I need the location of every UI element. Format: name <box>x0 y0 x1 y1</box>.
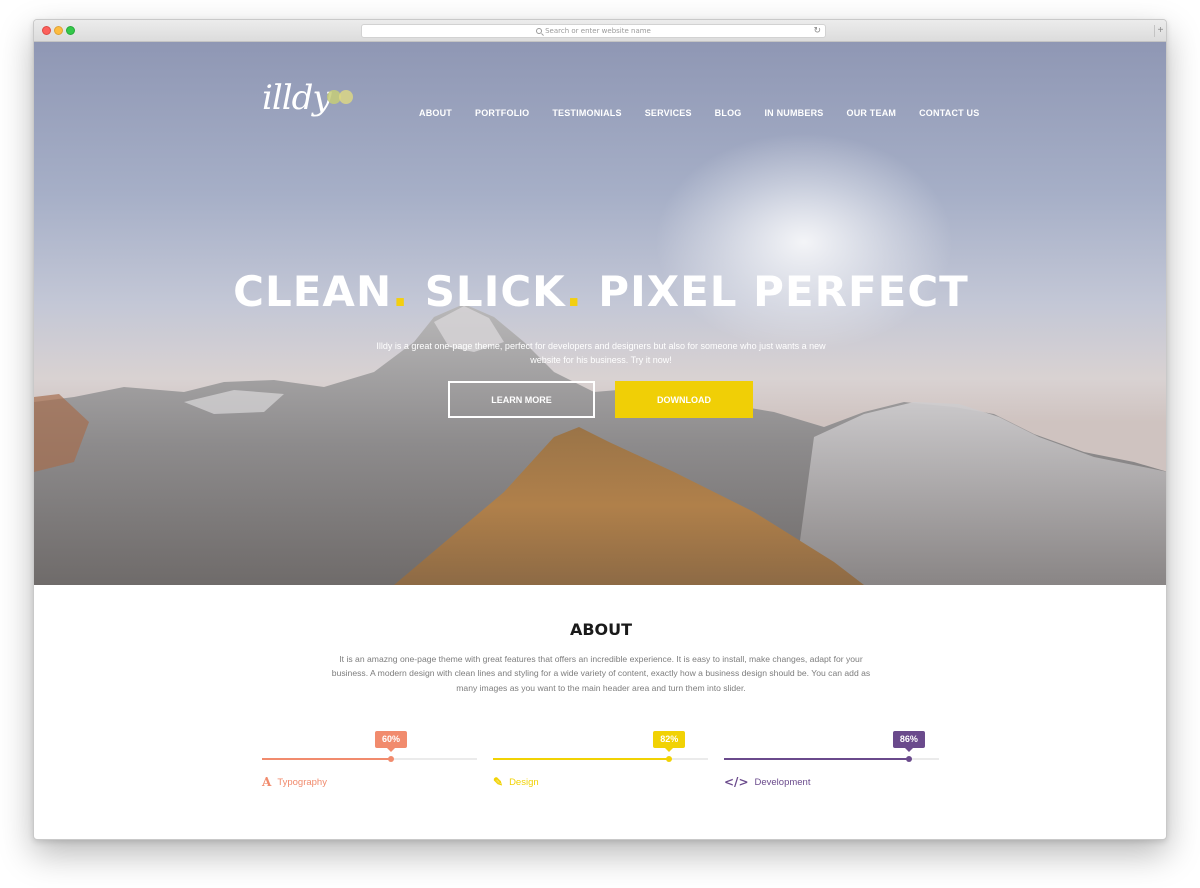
download-button[interactable]: DOWNLOAD <box>615 381 753 418</box>
skill-development: 86% </> Development <box>724 731 939 791</box>
hero-headline: CLEAN. SLICK. PIXEL PERFECT <box>34 267 1166 316</box>
nav-item-contact-us[interactable]: CONTACT US <box>919 108 979 118</box>
nav-item-testimonials[interactable]: TESTIMONIALS <box>552 108 621 118</box>
minimize-window-button[interactable] <box>54 26 63 35</box>
about-description: It is an amazng one-page theme with grea… <box>331 654 871 693</box>
hero-tagline: Illdy is a great one-page theme, perfect… <box>376 341 826 365</box>
headline-word: PIXEL PERFECT <box>598 267 969 316</box>
reload-icon[interactable]: ↻ <box>813 25 821 37</box>
skill-name: Typography <box>277 776 327 788</box>
skill-percent-badge: 86% <box>892 731 925 752</box>
nav-item-services[interactable]: SERVICES <box>645 108 692 118</box>
skill-percent-badge: 60% <box>374 731 408 752</box>
skill-label: ✎ Design <box>493 775 539 789</box>
skill-label: </> Development <box>724 775 810 789</box>
about-title: ABOUT <box>569 620 633 639</box>
close-window-button[interactable] <box>42 26 51 35</box>
nav-item-portfolio[interactable]: PORTFOLIO <box>475 108 529 118</box>
new-tab-button[interactable]: + <box>1154 25 1166 37</box>
skill-knob <box>666 756 673 762</box>
headline-dot: . <box>565 267 583 316</box>
skill-fill <box>724 758 909 760</box>
skill-fill <box>493 758 670 760</box>
address-bar[interactable]: Search or enter website name ↻ <box>361 24 826 38</box>
skill-label: A Typography <box>262 775 327 789</box>
skill-typography: 60% A Typography <box>262 731 477 791</box>
browser-window: Search or enter website name ↻ + illdy A… <box>33 19 1167 840</box>
main-nav: ABOUT PORTFOLIO TESTIMONIALS SERVICES BL… <box>419 108 1002 118</box>
skill-fill <box>262 758 391 760</box>
headline-word: SLICK <box>424 267 566 316</box>
zoom-window-button[interactable] <box>66 26 75 35</box>
nav-item-blog[interactable]: BLOG <box>715 108 742 118</box>
skill-percent-badge: 82% <box>653 731 686 752</box>
nav-item-our-team[interactable]: OUR TEAM <box>847 108 897 118</box>
nav-item-about[interactable]: ABOUT <box>419 108 452 118</box>
skill-design: 82% ✎ Design <box>493 731 708 791</box>
skill-knob <box>905 756 912 762</box>
typography-icon: A <box>262 775 272 789</box>
hero-section: illdy ABOUT PORTFOLIO TESTIMONIALS SERVI… <box>34 42 1166 585</box>
learn-more-button[interactable]: LEARN MORE <box>448 381 595 418</box>
headline-word: CLEAN <box>233 267 393 316</box>
search-icon <box>536 28 543 34</box>
address-bar-placeholder: Search or enter website name <box>545 27 651 35</box>
site-logo[interactable]: illdy <box>262 78 332 118</box>
pencil-icon: ✎ <box>493 775 504 789</box>
headline-dot: . <box>392 267 410 316</box>
skill-name: Design <box>509 776 539 788</box>
skill-name: Development <box>754 776 811 788</box>
skill-knob <box>388 756 394 762</box>
logo-circle-icon <box>339 90 353 104</box>
nav-item-in-numbers[interactable]: IN NUMBERS <box>764 108 823 118</box>
browser-titlebar: Search or enter website name ↻ + <box>34 20 1166 42</box>
code-icon: </> <box>724 775 749 789</box>
